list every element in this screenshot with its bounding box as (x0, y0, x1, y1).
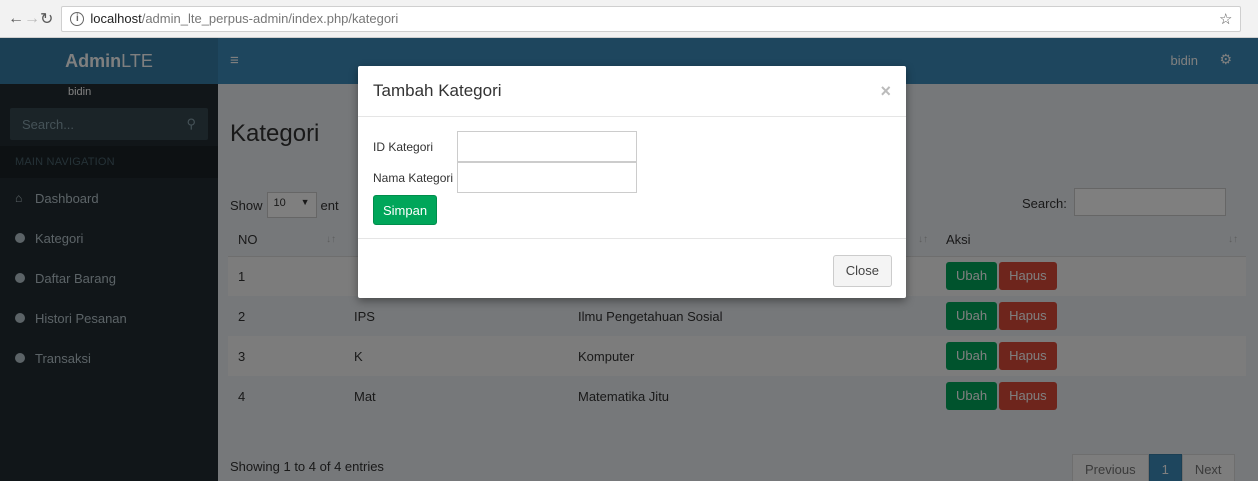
form-row-id: ID Kategori (373, 131, 891, 162)
modal-title: Tambah Kategori (373, 81, 502, 100)
url-path: /admin_lte_perpus-admin/index.php/katego… (141, 11, 399, 26)
id-kategori-label: ID Kategori (373, 139, 434, 154)
address-bar[interactable]: i localhost /admin_lte_perpus-admin/inde… (61, 5, 1242, 32)
reload-icon[interactable]: ↻ (40, 9, 53, 29)
kebab-icon[interactable]: ⋮ (1251, 9, 1258, 29)
browser-toolbar: ← → ↻ i localhost /admin_lte_perpus-admi… (0, 0, 1258, 38)
modal-body: ID Kategori Nama Kategori Simpan (358, 117, 906, 239)
id-kategori-input[interactable] (457, 131, 637, 162)
modal-footer: Close (358, 239, 906, 303)
modal-header: Tambah Kategori × (358, 66, 906, 117)
star-icon[interactable]: ☆ (1219, 10, 1232, 28)
url-host: localhost (90, 11, 142, 26)
info-icon[interactable]: i (70, 11, 85, 26)
save-button[interactable]: Simpan (373, 195, 438, 225)
close-button[interactable]: Close (832, 255, 892, 287)
form-row-nama: Nama Kategori (373, 162, 891, 193)
close-icon[interactable]: × (880, 81, 891, 102)
arrow-right-icon[interactable]: → (24, 10, 40, 28)
tambah-kategori-modal: Tambah Kategori × ID Kategori Nama Kateg… (358, 66, 906, 298)
arrow-left-icon[interactable]: ← (8, 10, 24, 28)
nama-kategori-input[interactable] (457, 162, 637, 193)
nama-kategori-label: Nama Kategori (373, 170, 454, 185)
